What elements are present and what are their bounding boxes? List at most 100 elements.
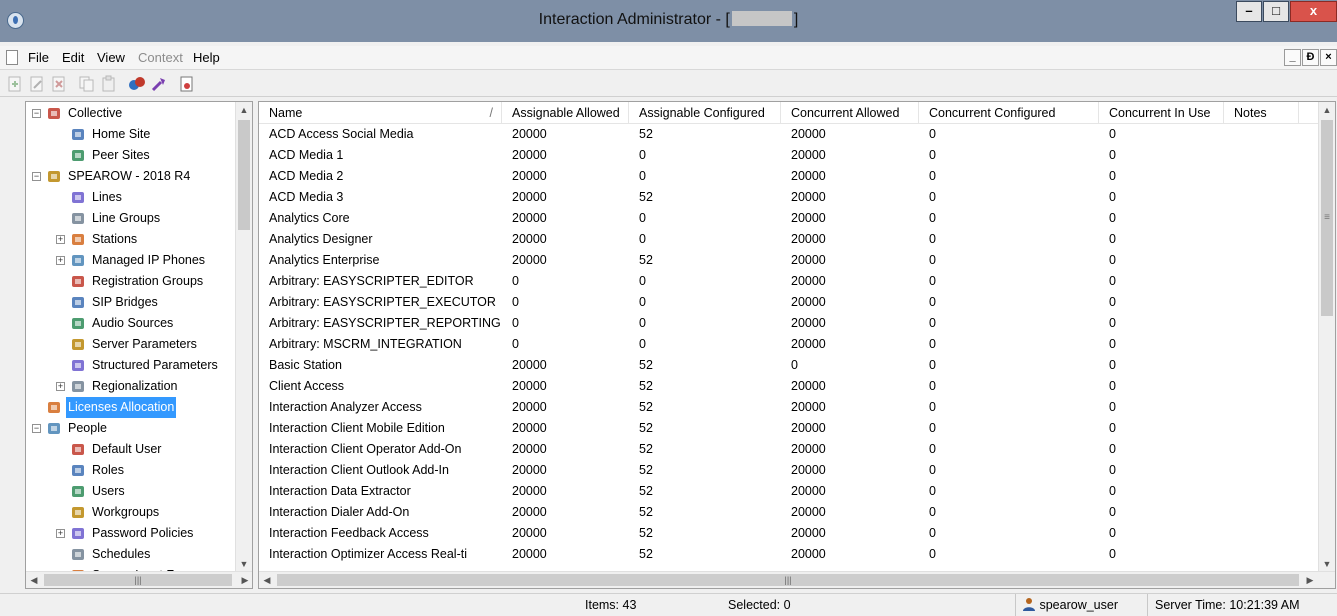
- table-row[interactable]: Client Access 20000 52 20000 0 0: [259, 376, 1319, 397]
- tools-icon[interactable]: [150, 75, 168, 93]
- table-row[interactable]: Arbitrary: EASYSCRIPTER_REPORTING 0 0 20000…: [259, 313, 1319, 334]
- title-bar[interactable]: Interaction Administrator - [] – □ x: [0, 0, 1337, 42]
- table-row[interactable]: Basic Station 20000 52 0 0 0: [259, 355, 1319, 376]
- tree-hscroll-thumb[interactable]: |||: [44, 574, 232, 586]
- maximize-button[interactable]: □: [1263, 1, 1289, 22]
- table-row[interactable]: ACD Media 2 20000 0 20000 0 0: [259, 166, 1319, 187]
- tree-item-stations[interactable]: Stations: [70, 229, 226, 250]
- tree-item-regionalization[interactable]: Regionalization: [70, 376, 226, 397]
- table-row[interactable]: Interaction Client Outlook Add-In 20000 52…: [259, 460, 1319, 481]
- table-row[interactable]: Interaction Data Extractor 20000 52 20000 0 0: [259, 481, 1319, 502]
- delete-icon[interactable]: [50, 75, 68, 93]
- tree-expander-icon[interactable]: −: [32, 109, 41, 118]
- scroll-left-arrow-icon[interactable]: ◀: [26, 572, 42, 588]
- column-header-concurrent-configured[interactable]: Concurrent Configured: [919, 102, 1099, 124]
- tree-item-spearow-2018-r4[interactable]: SPEAROW - 2018 R4: [46, 166, 226, 187]
- table-row[interactable]: ACD Media 3 20000 52 20000 0 0: [259, 187, 1319, 208]
- table-row[interactable]: Interaction Client Operator Add-On 20000 5…: [259, 439, 1319, 460]
- scroll-grip-icon: ≡: [1324, 212, 1330, 223]
- connect-icon[interactable]: [128, 75, 146, 93]
- grid-hscroll-thumb[interactable]: |||: [277, 574, 1299, 586]
- tree-item-registration-groups[interactable]: Registration Groups: [70, 271, 226, 292]
- scroll-right-arrow-icon[interactable]: ▶: [1302, 572, 1318, 588]
- tree-expander-icon[interactable]: +: [56, 529, 65, 538]
- tree-expander-icon[interactable]: −: [32, 424, 41, 433]
- table-row[interactable]: Interaction Client Mobile Edition 20000 52…: [259, 418, 1319, 439]
- menu-edit[interactable]: Edit: [62, 50, 84, 65]
- tree-item-structured-parameters[interactable]: Structured Parameters: [70, 355, 226, 376]
- table-row[interactable]: Interaction Feedback Access 20000 52 20000 0…: [259, 523, 1319, 544]
- table-row[interactable]: Interaction Analyzer Access 20000 52 20000 0…: [259, 397, 1319, 418]
- table-row[interactable]: ACD Media 1 20000 0 20000 0 0: [259, 145, 1319, 166]
- tree-item-server-parameters[interactable]: Server Parameters: [70, 334, 226, 355]
- tree-expander-icon[interactable]: +: [56, 382, 65, 391]
- table-row[interactable]: Analytics Designer 20000 0 20000 0 0: [259, 229, 1319, 250]
- mdi-minimize-button[interactable]: _: [1284, 49, 1301, 66]
- tree-item-users[interactable]: Users: [70, 481, 226, 502]
- table-row[interactable]: Analytics Enterprise 20000 52 20000 0 0: [259, 250, 1319, 271]
- tree-item-peer-sites[interactable]: Peer Sites: [70, 145, 226, 166]
- tree-item-collective[interactable]: Collective: [46, 103, 226, 124]
- tree-expander-icon[interactable]: −: [32, 172, 41, 181]
- table-cell: 0: [1109, 358, 1116, 372]
- tree-item-audio-sources[interactable]: Audio Sources: [70, 313, 226, 334]
- table-row[interactable]: ACD Access Social Media 20000 52 20000 0 0: [259, 124, 1319, 145]
- scroll-left-arrow-icon[interactable]: ◀: [259, 572, 275, 588]
- tree-horizontal-scrollbar[interactable]: ◀ ||| ▶: [26, 571, 252, 588]
- menu-view[interactable]: View: [97, 50, 125, 65]
- grid-horizontal-scrollbar[interactable]: ◀ ||| ▶: [259, 571, 1335, 588]
- tree-item-home-site[interactable]: Home Site: [70, 124, 226, 145]
- column-header-concurrent-allowed[interactable]: Concurrent Allowed: [781, 102, 919, 124]
- scroll-right-arrow-icon[interactable]: ▶: [237, 572, 252, 588]
- table-cell: 0: [1109, 421, 1116, 435]
- scroll-down-arrow-icon[interactable]: ▼: [236, 556, 252, 572]
- tree-expander-icon[interactable]: +: [56, 235, 65, 244]
- table-row[interactable]: Analytics Core 20000 0 20000 0 0: [259, 208, 1319, 229]
- table-row[interactable]: Arbitrary: MSCRM_INTEGRATION 0 0 20000 0 0: [259, 334, 1319, 355]
- tree-item-roles[interactable]: Roles: [70, 460, 226, 481]
- column-header-notes[interactable]: Notes: [1224, 102, 1299, 124]
- tree-item-people[interactable]: People: [46, 418, 226, 439]
- license-icon[interactable]: [178, 75, 196, 93]
- mdi-restore-button[interactable]: Ɖ: [1302, 49, 1319, 66]
- column-header-assignable-allowed[interactable]: Assignable Allowed: [502, 102, 629, 124]
- tree-scroll-thumb[interactable]: [238, 120, 250, 230]
- grid-vertical-scrollbar[interactable]: ▲ ≡ ▼: [1318, 102, 1335, 572]
- minimize-button[interactable]: –: [1236, 1, 1262, 22]
- table-cell: 0: [1109, 463, 1116, 477]
- tree-item-workgroups[interactable]: Workgroups: [70, 502, 226, 523]
- tree-item-licenses-allocation[interactable]: Licenses Allocation: [46, 397, 226, 418]
- copy-icon[interactable]: [78, 75, 96, 93]
- tree-item-managed-ip-phones[interactable]: Managed IP Phones: [70, 250, 226, 271]
- column-header-name[interactable]: Name /: [259, 102, 502, 124]
- mdi-close-button[interactable]: ×: [1320, 49, 1337, 66]
- navigation-tree[interactable]: − Collective Home Site Peer Sites − SPEAROW -…: [25, 101, 253, 589]
- column-header-assignable-configured[interactable]: Assignable Configured: [629, 102, 781, 124]
- tree-item-lines[interactable]: Lines: [70, 187, 226, 208]
- column-header-concurrent-in-use[interactable]: Concurrent In Use: [1099, 102, 1224, 124]
- tree-item-schedules[interactable]: Schedules: [70, 544, 226, 565]
- tree-item-line-groups[interactable]: Line Groups: [70, 208, 226, 229]
- table-row[interactable]: Arbitrary: EASYSCRIPTER_EDITOR 0 0 20000 0 0: [259, 271, 1319, 292]
- menu-file[interactable]: File: [28, 50, 49, 65]
- paste-icon[interactable]: [100, 75, 118, 93]
- scroll-up-arrow-icon[interactable]: ▲: [1319, 102, 1335, 118]
- table-cell: 20000: [512, 253, 547, 267]
- scroll-up-arrow-icon[interactable]: ▲: [236, 102, 252, 118]
- table-row[interactable]: Interaction Optimizer Access Real-ti 2000…: [259, 544, 1319, 565]
- tree-item-password-policies[interactable]: Password Policies: [70, 523, 226, 544]
- document-icon[interactable]: [6, 50, 18, 65]
- menu-help[interactable]: Help: [193, 50, 220, 65]
- tree-item-default-user[interactable]: Default User: [70, 439, 226, 460]
- menu-context[interactable]: Context: [138, 50, 183, 65]
- tree-vertical-scrollbar[interactable]: ▲ ▼: [235, 102, 252, 572]
- table-row[interactable]: Arbitrary: EASYSCRIPTER_EXECUTOR 0 0 20000 0…: [259, 292, 1319, 313]
- edit-icon[interactable]: [28, 75, 46, 93]
- tree-expander-icon[interactable]: +: [56, 256, 65, 265]
- close-button[interactable]: x: [1290, 1, 1337, 22]
- table-cell: Arbitrary: MSCRM_INTEGRATION: [269, 337, 462, 351]
- table-row[interactable]: Interaction Dialer Add-On 20000 52 20000 0 0: [259, 502, 1319, 523]
- scroll-down-arrow-icon[interactable]: ▼: [1319, 556, 1335, 572]
- tree-item-sip-bridges[interactable]: SIP Bridges: [70, 292, 226, 313]
- add-icon[interactable]: [6, 75, 24, 93]
